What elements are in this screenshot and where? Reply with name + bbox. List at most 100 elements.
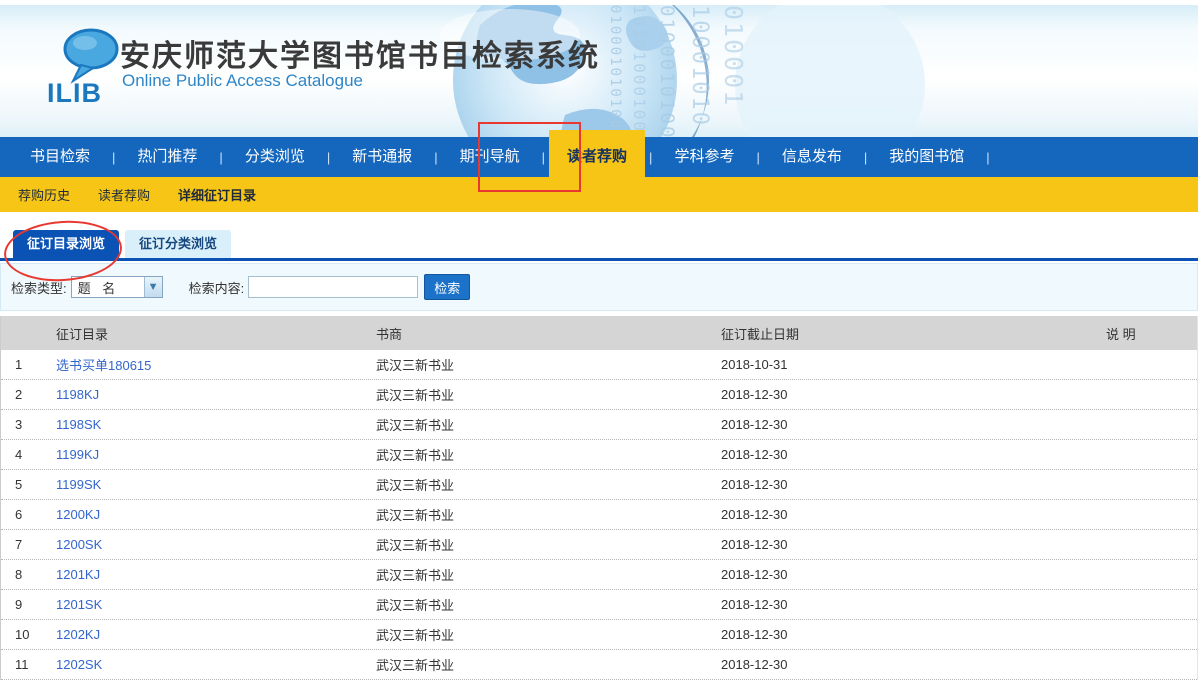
catalog-link[interactable]: 1202SK xyxy=(56,657,102,672)
spacer xyxy=(0,212,1198,230)
nav-item-8[interactable]: 我的图书馆 xyxy=(879,137,974,177)
search-type-value: 题 名 xyxy=(72,278,144,297)
row-index: 3 xyxy=(1,417,41,432)
catalog-cell: 1200SK xyxy=(41,537,376,552)
col-header-vendor: 书商 xyxy=(376,324,721,343)
catalog-cell: 1199KJ xyxy=(41,447,376,462)
binary-decoration: 101010001000 xyxy=(632,5,646,137)
catalog-link[interactable]: 1201KJ xyxy=(56,567,100,582)
deadline-cell: 2018-12-30 xyxy=(721,387,1106,402)
deadline-cell: 2018-12-30 xyxy=(721,567,1106,582)
vendor-cell: 武汉三新书业 xyxy=(376,565,721,584)
nav-separator: | xyxy=(434,150,437,165)
site-subtitle: Online Public Access Catalogue xyxy=(122,71,363,91)
binary-decoration: 10001010 xyxy=(692,5,706,127)
nav-item-6[interactable]: 学科参考 xyxy=(664,137,744,177)
nav-separator: | xyxy=(649,150,652,165)
row-index: 9 xyxy=(1,597,41,612)
tab-0[interactable]: 征订目录浏览 xyxy=(13,230,119,258)
row-index: 11 xyxy=(1,657,41,672)
nav-item-4[interactable]: 期刊导航 xyxy=(450,137,530,177)
catalog-cell: 1202KJ xyxy=(41,627,376,642)
table-row: 9 1201SK 武汉三新书业2018-12-30 xyxy=(1,590,1197,620)
nav-separator: | xyxy=(112,150,115,165)
catalog-link[interactable]: 选书买单180615 xyxy=(56,358,151,373)
vendor-cell: 武汉三新书业 xyxy=(376,475,721,494)
table-body: 1选书买单180615武汉三新书业2018-10-3121198KJ武汉三新书业… xyxy=(1,350,1197,680)
subnav-item-2[interactable]: 详细征订目录 xyxy=(178,185,256,204)
catalog-link[interactable]: 1199SK xyxy=(56,477,101,492)
nav-separator: | xyxy=(986,150,989,165)
logo-text: ILIB xyxy=(47,78,102,109)
tab-underline xyxy=(0,258,1198,261)
nav-separator: | xyxy=(756,150,759,165)
table-row: 21198KJ武汉三新书业2018-12-30 xyxy=(1,380,1197,410)
row-index: 1 xyxy=(1,357,41,372)
catalog-link[interactable]: 1201SK xyxy=(56,597,102,612)
vendor-cell: 武汉三新书业 xyxy=(376,415,721,434)
nav-item-5[interactable]: 读者荐购 xyxy=(557,137,637,177)
search-content-label: 检索内容: xyxy=(189,278,245,297)
nav-item-2[interactable]: 分类浏览 xyxy=(235,137,315,177)
table-row: 5 1199SK 武汉三新书业2018-12-30 xyxy=(1,470,1197,500)
vendor-cell: 武汉三新书业 xyxy=(376,385,721,404)
deadline-cell: 2018-12-30 xyxy=(721,447,1106,462)
binary-decoration: 010001 xyxy=(726,5,740,107)
table-header-row: 征订目录 书商 征订截止日期 说 明 xyxy=(1,316,1197,350)
col-header-catalog: 征订目录 xyxy=(41,324,376,343)
nav-item-1[interactable]: 热门推荐 xyxy=(127,137,207,177)
table-row: 71200SK武汉三新书业2018-12-30 xyxy=(1,530,1197,560)
col-header-deadline: 征订截止日期 xyxy=(721,324,1106,343)
search-panel: 检索类型: 题 名 ▼ 检索内容: 检索 xyxy=(0,263,1198,311)
search-type-select[interactable]: 题 名 ▼ xyxy=(71,276,163,298)
table-row: 3 1198SK 武汉三新书业2018-12-30 xyxy=(1,410,1197,440)
search-type-label: 检索类型: xyxy=(11,278,67,297)
nav-item-7[interactable]: 信息发布 xyxy=(772,137,852,177)
catalog-table: 征订目录 书商 征订截止日期 说 明 1选书买单180615武汉三新书业2018… xyxy=(0,316,1198,680)
subnav-item-1[interactable]: 读者荐购 xyxy=(98,185,150,204)
deadline-cell: 2018-12-30 xyxy=(721,597,1106,612)
binary-decoration: 0100010100 xyxy=(660,5,674,137)
row-index: 10 xyxy=(1,627,41,642)
catalog-link[interactable]: 1200SK xyxy=(56,537,102,552)
deadline-cell: 2018-10-31 xyxy=(721,357,1106,372)
row-index: 5 xyxy=(1,477,41,492)
catalog-link[interactable]: 1202KJ xyxy=(56,627,100,642)
table-row: 11 1202SK 武汉三新书业2018-12-30 xyxy=(1,650,1197,680)
nav-separator: | xyxy=(327,150,330,165)
catalog-cell: 1200KJ xyxy=(41,507,376,522)
nav-separator: | xyxy=(219,150,222,165)
vendor-cell: 武汉三新书业 xyxy=(376,505,721,524)
vendor-cell: 武汉三新书业 xyxy=(376,595,721,614)
catalog-link[interactable]: 1199KJ xyxy=(56,447,99,462)
nav-item-0[interactable]: 书目检索 xyxy=(20,137,100,177)
catalog-link[interactable]: 1198KJ xyxy=(56,387,99,402)
table-row: 8 1201KJ 武汉三新书业2018-12-30 xyxy=(1,560,1197,590)
catalog-cell: 1201SK xyxy=(41,597,376,612)
catalog-link[interactable]: 1200KJ xyxy=(56,507,100,522)
tab-bar: 征订目录浏览征订分类浏览 xyxy=(0,230,1198,258)
chevron-down-icon: ▼ xyxy=(144,277,162,297)
deadline-cell: 2018-12-30 xyxy=(721,627,1106,642)
catalog-cell: 1199SK xyxy=(41,477,376,492)
catalog-cell: 1201KJ xyxy=(41,567,376,582)
catalog-link[interactable]: 1198SK xyxy=(56,417,101,432)
nav-item-3[interactable]: 新书通报 xyxy=(342,137,422,177)
deadline-cell: 2018-12-30 xyxy=(721,657,1106,672)
tab-1[interactable]: 征订分类浏览 xyxy=(125,230,231,258)
vendor-cell: 武汉三新书业 xyxy=(376,535,721,554)
search-button[interactable]: 检索 xyxy=(424,274,470,300)
deadline-cell: 2018-12-30 xyxy=(721,477,1106,492)
subnav-item-0[interactable]: 荐购历史 xyxy=(18,185,70,204)
deadline-cell: 2018-12-30 xyxy=(721,417,1106,432)
deadline-cell: 2018-12-30 xyxy=(721,537,1106,552)
vendor-cell: 武汉三新书业 xyxy=(376,655,721,674)
row-index: 8 xyxy=(1,567,41,582)
speech-bubble-icon xyxy=(59,27,123,85)
nav-separator: | xyxy=(542,150,545,165)
row-index: 4 xyxy=(1,447,41,462)
header-banner: 010001010100 101010001000 0100010100 100… xyxy=(0,0,1198,137)
catalog-cell: 1198KJ xyxy=(41,387,376,402)
vendor-cell: 武汉三新书业 xyxy=(376,445,721,464)
search-input[interactable] xyxy=(248,276,418,298)
